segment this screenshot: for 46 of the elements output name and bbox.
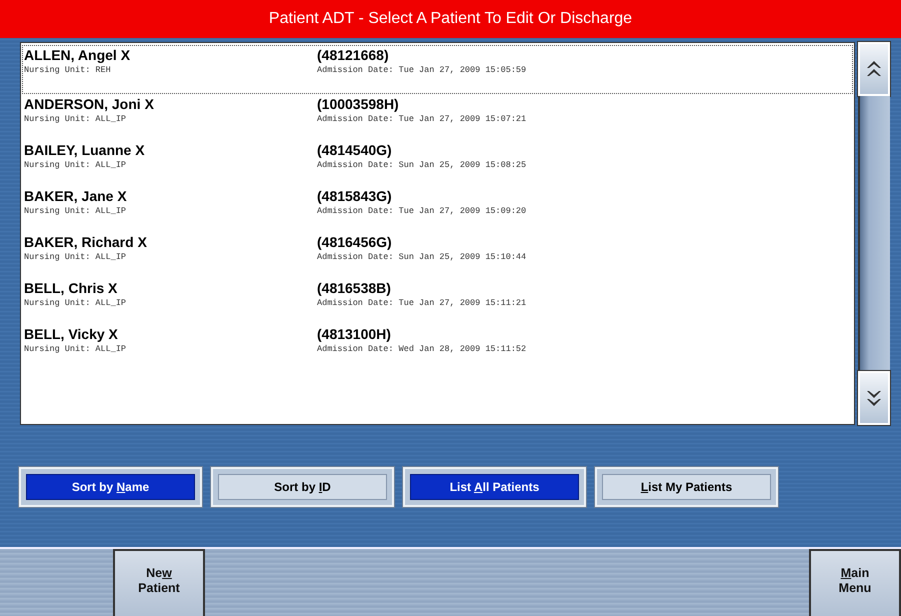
patient-name: BAKER, Jane X [24, 188, 128, 204]
nursing-unit: Nursing Unit: ALL_IP [24, 206, 128, 216]
patient-name: ANDERSON, Joni X [24, 96, 155, 112]
scroll-down-button[interactable] [858, 371, 890, 425]
nursing-unit: Nursing Unit: ALL_IP [24, 344, 128, 354]
new-patient-button[interactable]: New Patient [113, 549, 205, 616]
admission-date: Admission Date: Sun Jan 25, 2009 15:08:25 [317, 160, 528, 170]
patient-row[interactable]: BAKER, Jane X (4815843G) Nursing Unit: ALL_IP Admission Date: Tue Jan 27, 2009 15:09:20 [22, 186, 853, 232]
double-up-arrow-icon [866, 59, 882, 79]
patient-id: (4815843G) [317, 188, 393, 204]
patient-id: (4813100H) [317, 326, 392, 342]
patient-id: (4814540G) [317, 142, 393, 158]
nursing-unit: Nursing Unit: ALL_IP [24, 298, 128, 308]
filter-button[interactable]: List All Patients [403, 467, 586, 507]
admission-date: Admission Date: Wed Jan 28, 2009 15:11:52 [317, 344, 528, 354]
admission-date: Admission Date: Tue Jan 27, 2009 15:11:21 [317, 298, 528, 308]
patient-name: BELL, Chris X [24, 280, 118, 296]
patient-row[interactable]: BELL, Chris X (4816538B) Nursing Unit: ALL_IP Admission Date: Tue Jan 27, 2009 15:11:21 [22, 278, 853, 324]
admission-date: Admission Date: Tue Jan 27, 2009 15:05:59 [317, 65, 528, 75]
main-menu-button[interactable]: Main Menu [809, 549, 901, 616]
patient-id: (10003598H) [317, 96, 400, 112]
filter-button[interactable]: Sort by Name [19, 467, 202, 507]
nursing-unit: Nursing Unit: REH [24, 65, 112, 75]
nursing-unit: Nursing Unit: ALL_IP [24, 114, 128, 124]
patient-row[interactable]: BELL, Vicky X (4813100H) Nursing Unit: ALL_IP Admission Date: Wed Jan 28, 2009 15:11:52 [22, 324, 853, 370]
nursing-unit: Nursing Unit: ALL_IP [24, 252, 128, 262]
admission-date: Admission Date: Tue Jan 27, 2009 15:07:21 [317, 114, 528, 124]
nursing-unit: Nursing Unit: ALL_IP [24, 160, 128, 170]
patient-id: (4816456G) [317, 234, 393, 250]
patient-row[interactable]: ANDERSON, Joni X (10003598H) Nursing Unit: ALL_IP Admission Date: Tue Jan 27, 2009 15:07:21 [22, 94, 853, 140]
double-down-arrow-icon [866, 388, 882, 408]
filter-button[interactable]: List My Patients [595, 467, 778, 507]
patient-name: BAKER, Richard X [24, 234, 148, 250]
patient-name: ALLEN, Angel X [24, 47, 132, 63]
admission-date: Admission Date: Tue Jan 27, 2009 15:09:20 [317, 206, 528, 216]
patient-id: (48121668) [317, 47, 390, 63]
patient-row[interactable]: BAKER, Richard X (4816456G) Nursing Unit: ALL_IP Admission Date: Sun Jan 25, 2009 15:10:44 [22, 232, 853, 278]
admission-date: Admission Date: Sun Jan 25, 2009 15:10:44 [317, 252, 528, 262]
patient-name: BELL, Vicky X [24, 326, 119, 342]
window-title: Patient ADT - Select A Patient To Edit Or Discharge [0, 0, 901, 38]
patient-row[interactable]: ALLEN, Angel X (48121668) Nursing Unit: REH Admission Date: Tue Jan 27, 2009 15:05:59 [22, 45, 853, 94]
scroll-up-button[interactable] [858, 42, 890, 96]
filter-button[interactable]: Sort by ID [211, 467, 394, 507]
patient-row[interactable]: BAILEY, Luanne X (4814540G) Nursing Unit: ALL_IP Admission Date: Sun Jan 25, 2009 15:08:25 [22, 140, 853, 186]
patient-id: (4816538B) [317, 280, 392, 296]
patient-name: BAILEY, Luanne X [24, 142, 146, 158]
